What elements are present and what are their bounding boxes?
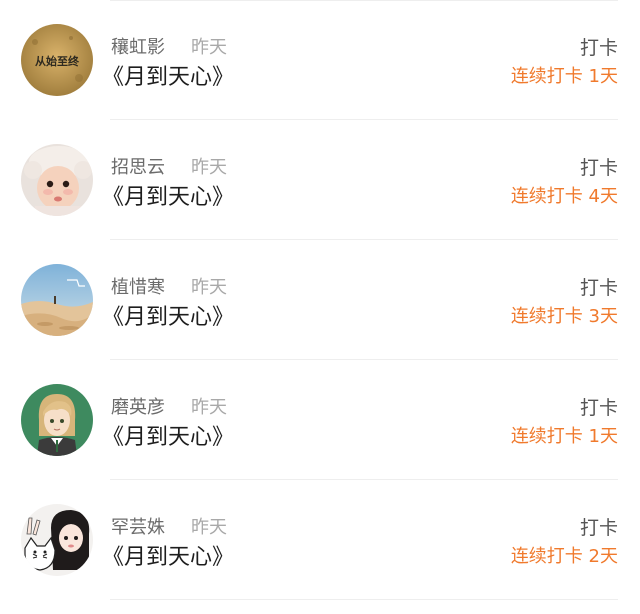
book-title[interactable]: 《月到天心》	[102, 419, 234, 451]
avatar[interactable]	[21, 144, 93, 216]
checkin-label: 打卡	[579, 157, 618, 179]
user-name[interactable]: 招思云	[111, 153, 165, 179]
avatar-cartoon-girl-cat-icon	[21, 504, 93, 576]
avatar-desert-landscape-icon	[21, 264, 93, 336]
checkin-label: 打卡	[579, 277, 618, 299]
checkin-label: 打卡	[579, 37, 618, 59]
user-name[interactable]: 植惜寒	[111, 273, 165, 299]
book-title[interactable]: 《月到天心》	[102, 299, 234, 331]
list-item[interactable]: 磨英彦 昨天 《月到天心》 打卡 连续打卡 1天	[0, 360, 640, 480]
avatar[interactable]	[21, 264, 93, 336]
checkin-label: 打卡	[579, 397, 618, 419]
list-item[interactable]: 罕芸姝 昨天 《月到天心》 打卡 连续打卡 2天	[0, 480, 640, 600]
list-item[interactable]: 招思云 昨天 《月到天心》 打卡 连续打卡 4天	[0, 120, 640, 240]
user-name[interactable]: 穰虹影	[111, 33, 165, 59]
timestamp: 昨天	[191, 37, 227, 58]
streak-badge: 连续打卡 1天	[510, 426, 618, 447]
timestamp: 昨天	[191, 397, 227, 418]
checkin-list: 从始至终 穰虹影 昨天 《月到天心》 打卡 连续打卡 1天 招思云 昨天 《月到…	[0, 0, 640, 614]
timestamp: 昨天	[191, 157, 227, 178]
avatar-baby-photo-icon	[21, 144, 93, 216]
streak-badge: 连续打卡 2天	[510, 546, 618, 567]
user-name[interactable]: 罕芸姝	[111, 513, 165, 539]
list-item[interactable]: 植惜寒 昨天 《月到天心》 打卡 连续打卡 3天	[0, 240, 640, 360]
book-title[interactable]: 《月到天心》	[102, 59, 234, 91]
avatar-anime-character-icon	[21, 384, 93, 456]
checkin-label: 打卡	[579, 517, 618, 539]
streak-badge: 连续打卡 3天	[510, 306, 618, 327]
avatar-badge-text: 从始至终	[35, 54, 80, 68]
book-title[interactable]: 《月到天心》	[102, 179, 234, 211]
timestamp: 昨天	[191, 517, 227, 538]
avatar[interactable]	[21, 384, 93, 456]
streak-badge: 连续打卡 4天	[510, 186, 618, 207]
streak-badge: 连续打卡 1天	[510, 66, 618, 87]
book-title[interactable]: 《月到天心》	[102, 539, 234, 571]
list-item[interactable]: 从始至终 穰虹影 昨天 《月到天心》 打卡 连续打卡 1天	[0, 0, 640, 120]
user-name[interactable]: 磨英彦	[111, 393, 165, 419]
avatar-text-badge-icon: 从始至终	[21, 24, 93, 96]
row-divider	[110, 599, 618, 600]
avatar[interactable]: 从始至终	[21, 24, 93, 96]
avatar[interactable]	[21, 504, 93, 576]
timestamp: 昨天	[191, 277, 227, 298]
